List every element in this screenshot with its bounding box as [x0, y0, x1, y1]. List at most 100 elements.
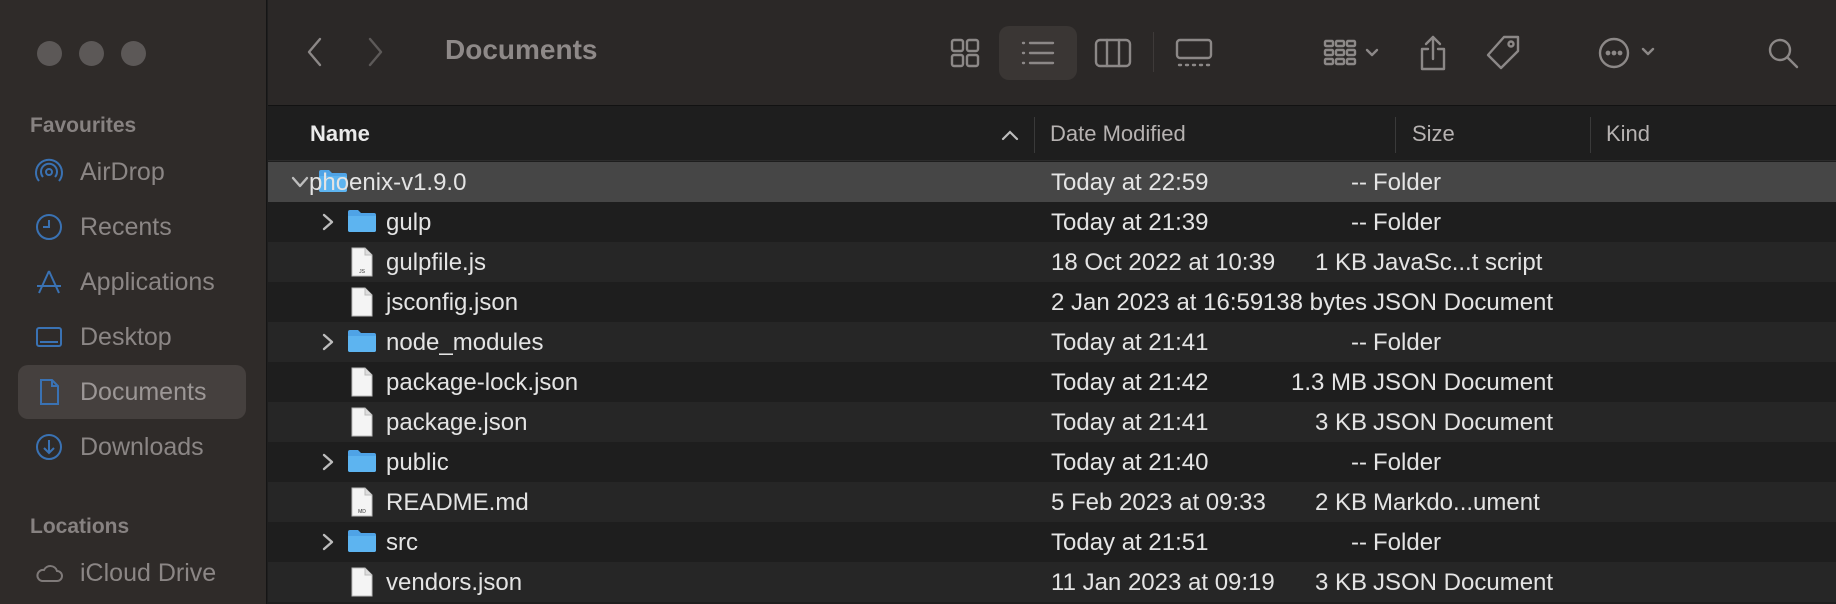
sidebar-item-documents[interactable]: Documents — [18, 365, 246, 419]
sidebar-item-label: iCloud Drive — [80, 558, 217, 587]
close-window-button[interactable] — [37, 41, 62, 66]
file-row[interactable]: public Today at 21:40 -- Folder — [268, 442, 1836, 482]
file-size: -- — [1351, 209, 1367, 236]
sidebar-item-airdrop[interactable]: AirDrop — [18, 145, 246, 199]
file-row[interactable]: vendors.json 11 Jan 2023 at 09:19 3 KB J… — [268, 562, 1836, 602]
file-date-modified: Today at 21:41 — [1051, 329, 1209, 356]
file-kind: JSON Document — [1373, 369, 1554, 396]
file-name: vendors.json — [386, 569, 523, 596]
back-icon — [307, 37, 322, 67]
window-controls — [37, 41, 146, 66]
file-kind: JSON Document — [1373, 569, 1554, 596]
file-date-modified: Today at 21:51 — [1051, 529, 1209, 556]
file-name: jsconfig.json — [386, 289, 519, 316]
file-date-modified: 2 Jan 2023 at 16:59 — [1051, 289, 1264, 316]
search-button[interactable] — [1756, 26, 1810, 80]
tag-icon — [1486, 35, 1520, 70]
file-size: -- — [1351, 529, 1367, 556]
file-row[interactable]: phoenix-v1.9.0 Today at 22:59 -- Folder — [268, 162, 1836, 202]
file-row[interactable]: JS gulpfile.js 18 Oct 2022 at 10:39 1 KB… — [268, 242, 1836, 282]
file-date-modified: Today at 21:40 — [1051, 449, 1209, 476]
file-kind: Folder — [1373, 449, 1442, 476]
file-date-modified: Today at 21:39 — [1051, 209, 1209, 236]
zoom-window-button[interactable] — [121, 41, 146, 66]
document-file-icon — [351, 407, 381, 437]
sidebar-item-label: Downloads — [80, 432, 204, 461]
file-kind: Folder — [1373, 329, 1442, 356]
file-size: 2 KB — [1314, 489, 1367, 516]
main-pane: Documents Name Date Modified Size Kind p… — [268, 0, 1836, 604]
sidebar-item-label: AirDrop — [80, 157, 165, 186]
sidebar-item-label: Documents — [80, 377, 207, 406]
column-view-button[interactable] — [1080, 26, 1146, 80]
column-header-kind[interactable]: Kind — [1606, 121, 1650, 147]
share-icon — [1420, 35, 1446, 71]
sort-ascending-icon[interactable] — [1001, 129, 1019, 141]
file-name: gulpfile.js — [386, 249, 487, 276]
search-icon — [1768, 38, 1799, 69]
sidebar: Favourites AirDrop Recents Applications … — [0, 0, 267, 604]
column-header-size[interactable]: Size — [1412, 121, 1455, 147]
file-name: node_modules — [386, 329, 544, 356]
back-button[interactable] — [300, 32, 330, 72]
file-size: 1.3 MB — [1290, 369, 1367, 396]
disclosure-collapsed-icon[interactable] — [318, 331, 338, 353]
list-view-button[interactable] — [999, 26, 1077, 80]
group-button[interactable] — [1315, 26, 1391, 80]
file-name: package.json — [386, 409, 528, 436]
file-row[interactable]: node_modules Today at 21:41 -- Folder — [268, 322, 1836, 362]
file-kind: JavaSc...t script — [1373, 249, 1543, 276]
file-row[interactable]: src Today at 21:51 -- Folder — [268, 522, 1836, 562]
file-row[interactable]: package.json Today at 21:41 3 KB JSON Do… — [268, 402, 1836, 442]
sidebar-section-favourites: Favourites — [30, 114, 137, 137]
disclosure-expanded-icon[interactable] — [290, 171, 310, 193]
icon-view-button[interactable] — [932, 26, 998, 80]
document-file-icon — [351, 567, 381, 597]
column-header-date-modified[interactable]: Date Modified — [1050, 121, 1186, 147]
file-size: 3 KB — [1314, 409, 1367, 436]
folder-icon — [347, 447, 377, 477]
sidebar-item-downloads[interactable]: Downloads — [18, 420, 246, 474]
file-kind: Folder — [1373, 169, 1442, 196]
airdrop-icon — [34, 157, 64, 187]
file-date-modified: Today at 22:59 — [1051, 169, 1209, 196]
disclosure-collapsed-icon[interactable] — [318, 211, 338, 233]
file-size: -- — [1351, 169, 1367, 196]
window-title: Documents — [445, 34, 598, 65]
minimize-window-button[interactable] — [79, 41, 104, 66]
file-name: phoenix-v1.9.0 — [309, 169, 467, 196]
disclosure-collapsed-icon[interactable] — [318, 531, 338, 553]
list-view-icon — [1021, 41, 1055, 65]
file-list: phoenix-v1.9.0 Today at 22:59 -- Folder … — [268, 162, 1836, 602]
file-name: gulp — [386, 209, 432, 236]
sidebar-item-desktop[interactable]: Desktop — [18, 310, 246, 364]
disclosure-collapsed-icon[interactable] — [318, 451, 338, 473]
gallery-view-button[interactable] — [1161, 26, 1227, 80]
javascript-file-icon: JS — [351, 247, 381, 277]
file-name: package-lock.json — [386, 369, 579, 396]
file-row[interactable]: package-lock.json Today at 21:42 1.3 MB … — [268, 362, 1836, 402]
file-date-modified: Today at 21:41 — [1051, 409, 1209, 436]
share-button[interactable] — [1406, 26, 1460, 80]
file-row[interactable]: MD README.md 5 Feb 2023 at 09:33 2 KB Ma… — [268, 482, 1836, 522]
sidebar-item-icloud-drive[interactable]: iCloud Drive — [18, 546, 246, 600]
gallery-view-icon — [1175, 38, 1213, 67]
file-row[interactable]: jsconfig.json 2 Jan 2023 at 16:59 138 by… — [268, 282, 1836, 322]
sidebar-item-label: Recents — [80, 212, 172, 241]
download-icon — [34, 432, 64, 462]
sidebar-item-label: Desktop — [80, 322, 172, 351]
column-header-name[interactable]: Name — [310, 121, 370, 147]
file-date-modified: 5 Feb 2023 at 09:33 — [1051, 489, 1266, 516]
sidebar-item-recents[interactable]: Recents — [18, 200, 246, 254]
file-kind: JSON Document — [1373, 409, 1554, 436]
forward-button[interactable] — [360, 32, 390, 72]
file-kind: Markdo...ument — [1373, 489, 1540, 516]
tag-button[interactable] — [1476, 26, 1530, 80]
svg-text:MD: MD — [358, 509, 366, 515]
sidebar-item-applications[interactable]: Applications — [18, 255, 246, 309]
desktop-icon — [34, 322, 64, 352]
group-icon — [1323, 39, 1379, 66]
more-actions-button[interactable] — [1589, 26, 1669, 80]
file-size: -- — [1351, 329, 1367, 356]
file-row[interactable]: gulp Today at 21:39 -- Folder — [268, 202, 1836, 242]
